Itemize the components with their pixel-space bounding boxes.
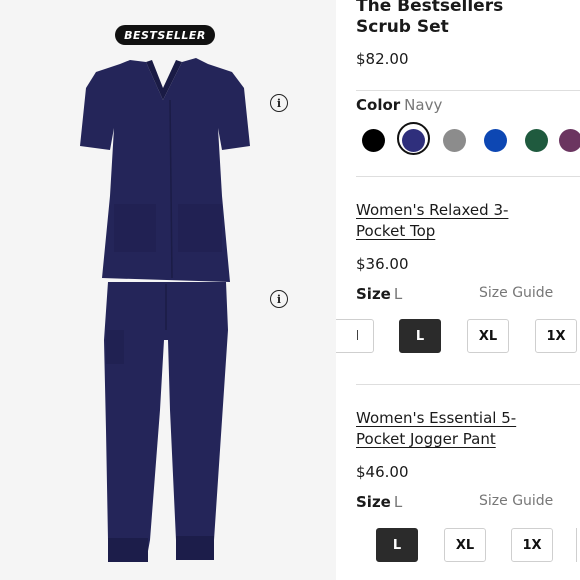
item1-size-title: Size xyxy=(356,285,391,303)
item1-size-xl-button[interactable]: XL xyxy=(467,319,509,353)
item2-size-guide-link[interactable]: Size Guide xyxy=(479,493,553,509)
item1-size-selected: L xyxy=(393,285,403,303)
item2-next-size-edge xyxy=(576,528,580,562)
item1-price: $36.00 xyxy=(356,255,409,273)
jogger-pant-graphic xyxy=(104,282,228,562)
swatch-royal-blue[interactable] xyxy=(484,129,507,152)
product-title-line1: The Bestsellers xyxy=(356,0,504,16)
top-info-icon[interactable]: i xyxy=(270,94,288,112)
swatch-navy[interactable] xyxy=(402,129,425,152)
product-details-panel: The Bestsellers Scrub Set $82.00 Color Na… xyxy=(336,0,580,580)
item1-size-m-button[interactable]: M xyxy=(336,319,374,353)
item1-size-label: Size L xyxy=(356,285,402,303)
item2-price: $46.00 xyxy=(356,463,409,481)
item2-size-1x-button[interactable]: 1X xyxy=(511,528,553,562)
swatch-purple[interactable] xyxy=(559,129,580,152)
item2-name-line2[interactable]: Pocket Jogger Pant xyxy=(356,429,546,450)
swatch-grey[interactable] xyxy=(443,129,466,152)
scrub-top-graphic xyxy=(80,58,250,282)
item1-name-link[interactable]: Women's Relaxed 3- Pocket Top xyxy=(356,200,546,242)
item2-size-selected: L xyxy=(393,493,403,511)
swatch-green[interactable] xyxy=(525,129,548,152)
item2-size-xl-button[interactable]: XL xyxy=(444,528,486,562)
product-title: The Bestsellers Scrub Set xyxy=(356,0,576,38)
divider xyxy=(356,176,580,177)
pants-info-icon[interactable]: i xyxy=(270,290,288,308)
color-label: Color xyxy=(356,96,401,114)
color-selector-label: Color Navy xyxy=(356,96,442,114)
product-image-panel: BESTSELLER i i xyxy=(0,0,336,580)
set-price: $82.00 xyxy=(356,50,409,68)
item1-size-l-button[interactable]: L xyxy=(399,319,441,353)
divider xyxy=(356,90,580,91)
item1-size-1x-button[interactable]: 1X xyxy=(535,319,577,353)
item1-name-line2[interactable]: Pocket Top xyxy=(356,221,546,242)
divider xyxy=(356,384,580,385)
item2-size-title: Size xyxy=(356,493,391,511)
product-title-line2: Scrub Set xyxy=(356,17,449,37)
item2-size-l-button[interactable]: L xyxy=(376,528,418,562)
color-selected-value: Navy xyxy=(404,96,443,114)
item2-size-label: Size L xyxy=(356,493,402,511)
swatch-black[interactable] xyxy=(362,129,385,152)
scrub-set-image xyxy=(80,58,250,562)
item2-name-link[interactable]: Women's Essential 5- Pocket Jogger Pant xyxy=(356,408,546,450)
item1-size-guide-link[interactable]: Size Guide xyxy=(479,285,553,301)
item1-name-line1[interactable]: Women's Relaxed 3- xyxy=(356,200,546,221)
item1-size-m-text: M xyxy=(356,329,358,344)
item2-name-line1[interactable]: Women's Essential 5- xyxy=(356,408,546,429)
